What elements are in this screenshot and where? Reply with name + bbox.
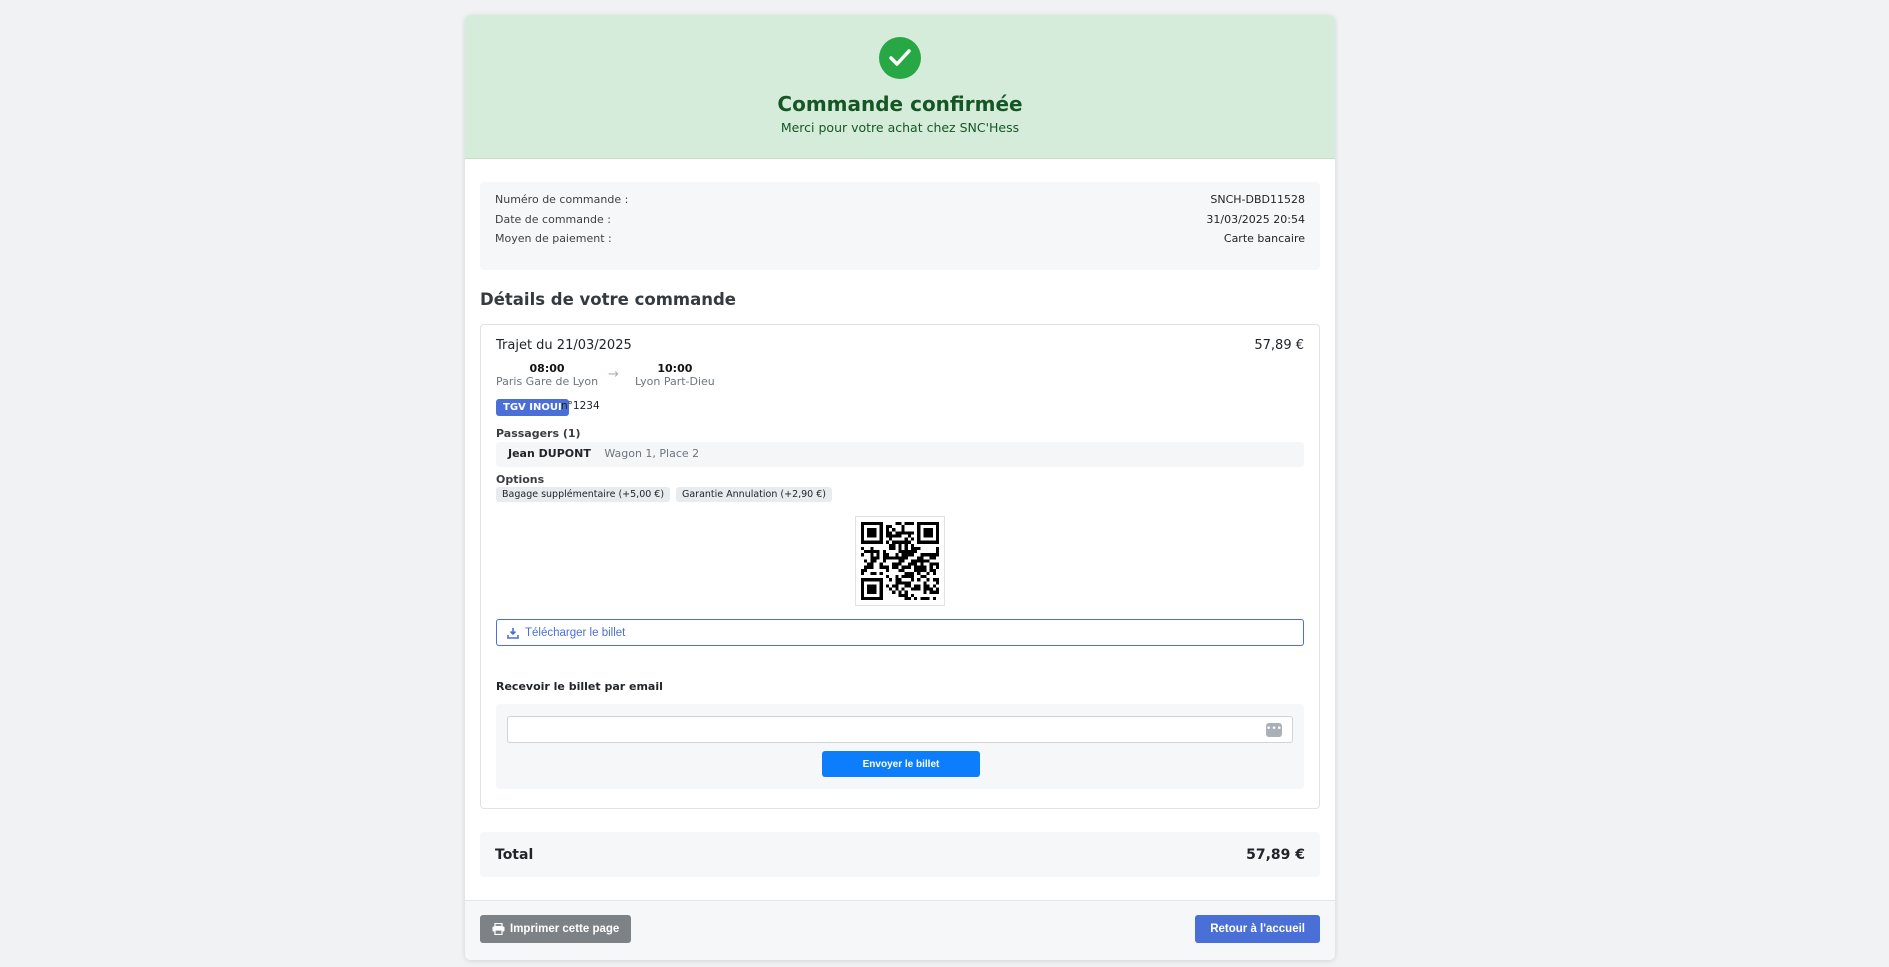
info-label: Moyen de paiement : xyxy=(495,232,612,245)
confirmation-header: Commande confirmée Merci pour votre acha… xyxy=(465,15,1335,159)
email-section-title: Recevoir le billet par email xyxy=(496,680,663,693)
page-subtitle: Merci pour votre achat chez SNC'Hess xyxy=(780,120,1020,135)
check-circle-icon xyxy=(879,37,921,79)
footer-actions: Imprimer cette page Retour à l'accueil xyxy=(465,900,1335,960)
more-dots-icon[interactable]: ••• xyxy=(1266,723,1282,737)
info-label: Date de commande : xyxy=(495,212,611,226)
info-value: Carte bancaire xyxy=(1223,232,1305,245)
departure: 08:00 Paris Gare de Lyon xyxy=(496,362,598,388)
order-info: Numéro de commande : SNCH-DBD11528 Date … xyxy=(480,182,1320,270)
total-row: Total 57,89 € xyxy=(480,832,1320,877)
train-number: n°1234 xyxy=(561,400,600,412)
info-label: Numéro de commande : xyxy=(495,193,629,206)
order-date-row: Date de commande : 31/03/2025 20:54 xyxy=(495,213,1305,233)
info-value: 31/03/2025 20:54 xyxy=(1206,212,1305,226)
confirmation-card: Commande confirmée Merci pour votre acha… xyxy=(465,15,1335,960)
passenger-row: Jean DUPONT Wagon 1, Place 2 xyxy=(496,442,1304,467)
info-value: SNCH-DBD11528 xyxy=(1210,193,1305,206)
page-title: Commande confirmée xyxy=(777,92,1023,116)
back-home-button[interactable]: Retour à l'accueil xyxy=(1195,915,1320,943)
arrival-time: 10:00 xyxy=(657,362,693,375)
arrow-right-icon: → xyxy=(608,367,619,382)
trip-price: 57,89 € xyxy=(1254,338,1304,353)
print-page-button[interactable]: Imprimer cette page xyxy=(480,915,632,943)
email-input[interactable]: ••• xyxy=(507,716,1293,743)
departure-station: Paris Gare de Lyon xyxy=(496,375,599,388)
download-label: Télécharger le billet xyxy=(525,626,626,639)
total-label: Total xyxy=(495,846,534,863)
passenger-seat: Wagon 1, Place 2 xyxy=(604,447,700,460)
order-number-row: Numéro de commande : SNCH-DBD11528 xyxy=(495,193,1305,213)
download-icon xyxy=(507,627,519,639)
arrival: 10:00 Lyon Part-Dieu xyxy=(635,362,715,388)
details-title: Détails de votre commande xyxy=(480,290,736,309)
arrival-station: Lyon Part-Dieu xyxy=(635,375,715,388)
print-label: Imprimer cette page xyxy=(510,923,620,935)
total-value: 57,89 € xyxy=(1246,846,1305,863)
email-form: ••• Envoyer le billet xyxy=(496,704,1304,789)
passenger-name: Jean DUPONT xyxy=(508,447,591,460)
payment-method-row: Moyen de paiement : Carte bancaire xyxy=(495,232,1305,252)
trip-card: Trajet du 21/03/2025 57,89 € 08:00 Paris… xyxy=(480,324,1320,809)
option-tag: Garantie Annulation (+2,90 €) xyxy=(676,487,832,502)
train-type-badge: TGV INOUI xyxy=(496,399,569,416)
printer-icon xyxy=(492,923,505,935)
options-title: Options xyxy=(496,473,545,486)
passengers-title: Passagers (1) xyxy=(496,427,581,440)
send-ticket-button[interactable]: Envoyer le billet xyxy=(822,751,980,777)
option-tag: Bagage supplémentaire (+5,00 €) xyxy=(496,487,671,502)
download-ticket-button[interactable]: Télécharger le billet xyxy=(496,619,1304,646)
trip-title: Trajet du 21/03/2025 xyxy=(496,338,632,353)
ticket-qr-code xyxy=(855,516,945,606)
departure-time: 08:00 xyxy=(529,362,565,375)
